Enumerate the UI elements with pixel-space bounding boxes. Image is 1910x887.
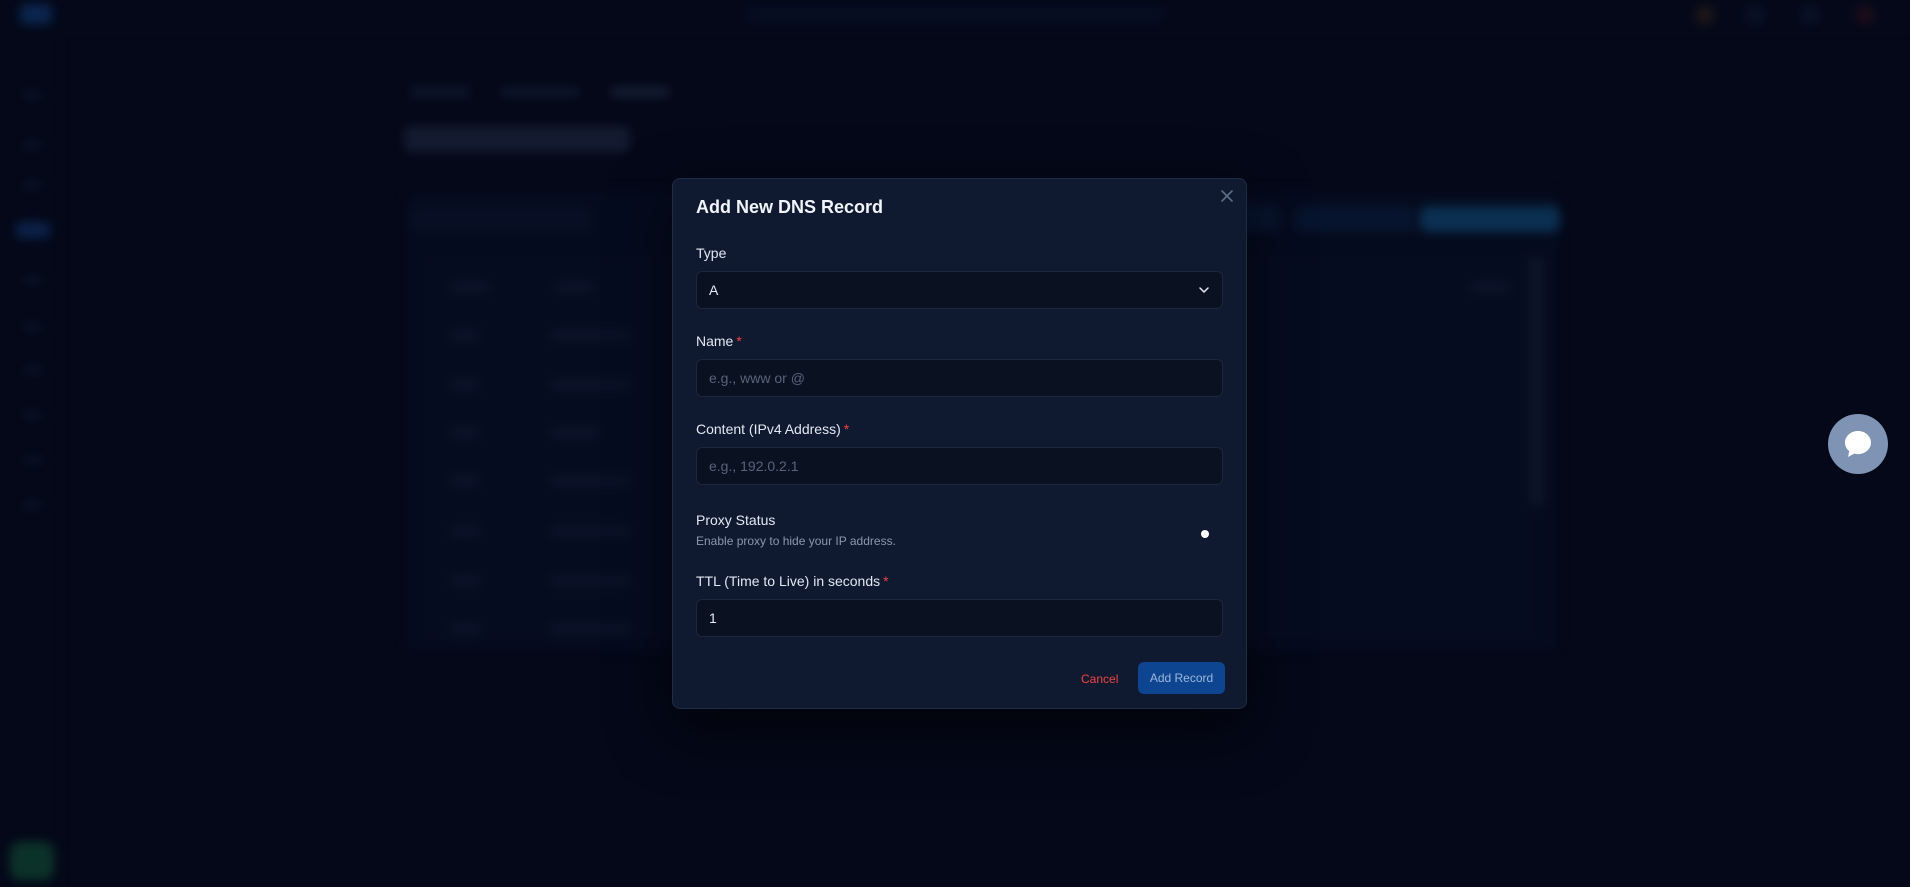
dialog-title: Add New DNS Record xyxy=(696,197,884,217)
ttl-label-text: TTL (Time to Live) in seconds xyxy=(696,573,881,589)
content-input[interactable] xyxy=(696,447,1223,485)
close-icon-glyph xyxy=(1221,190,1233,202)
cancel-button[interactable]: Cancel xyxy=(1073,663,1126,695)
ttl-label: TTL (Time to Live) in seconds * xyxy=(696,573,889,589)
chat-bubble-icon xyxy=(1845,431,1871,457)
close-icon[interactable] xyxy=(1218,189,1236,207)
proxy-status-label: Proxy Status xyxy=(696,512,776,528)
name-input[interactable] xyxy=(696,359,1223,397)
proxy-status-toggle[interactable] xyxy=(1173,523,1217,545)
add-dns-record-dialog: Add New DNS Record Type A Name* Content … xyxy=(672,178,1247,709)
name-label: Name * xyxy=(696,333,742,349)
required-marker: * xyxy=(843,421,850,437)
name-label-text: Name xyxy=(696,333,734,349)
add-record-button[interactable]: Add Record xyxy=(1138,662,1225,694)
ttl-input[interactable] xyxy=(696,599,1223,637)
required-marker: * xyxy=(883,573,889,589)
required-marker: * xyxy=(736,333,742,349)
content-label: Content (IPv4 Address) * xyxy=(696,421,849,437)
content-label-text: Content (IPv4 Address) xyxy=(696,421,841,437)
type-select[interactable]: A xyxy=(696,271,1223,309)
toggle-knob xyxy=(1201,530,1209,538)
type-select-value: A xyxy=(709,282,719,298)
type-label: Type xyxy=(696,245,727,261)
proxy-status-description: Enable proxy to hide your IP address. xyxy=(696,534,896,548)
chat-button[interactable] xyxy=(1828,414,1888,474)
chevron-down-icon xyxy=(1199,287,1209,293)
